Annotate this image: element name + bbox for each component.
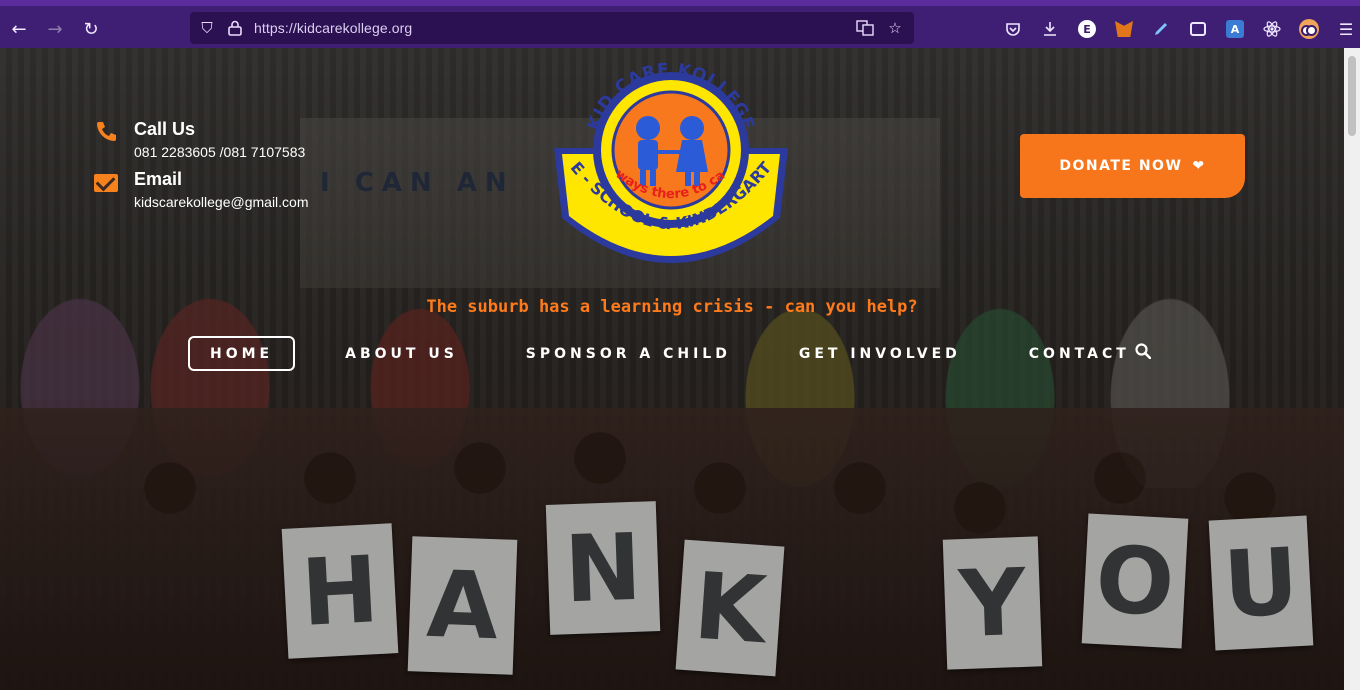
tagline: The suburb has a learning crisis - can y… bbox=[426, 297, 918, 317]
react-devtools-icon[interactable] bbox=[1259, 16, 1285, 42]
nav-sponsor-a-child[interactable]: SPONSOR A CHILD bbox=[526, 336, 731, 371]
browser-toolbar: ← → ↻ ⛉ https://kidcarekollege.org ☆ E A bbox=[0, 0, 1360, 48]
email-title: Email bbox=[134, 169, 183, 189]
forward-icon[interactable]: → bbox=[42, 16, 68, 42]
address-bar[interactable]: ⛉ https://kidcarekollege.org ☆ bbox=[190, 12, 914, 44]
call-us-block: Call Us 081 2283605 /081 7107583 bbox=[94, 118, 309, 160]
contact-info: Call Us 081 2283605 /081 7107583 Email k… bbox=[94, 118, 309, 218]
page-scrollbar[interactable] bbox=[1344, 48, 1360, 690]
url-text[interactable]: https://kidcarekollege.org bbox=[254, 20, 412, 36]
back-icon[interactable]: ← bbox=[6, 16, 32, 42]
email-block: Email kidscarekollege@gmail.com bbox=[94, 168, 309, 210]
nav-contact[interactable]: CONTACT bbox=[1029, 336, 1130, 371]
translate-page-icon[interactable] bbox=[854, 17, 876, 39]
phone-numbers[interactable]: 081 2283605 /081 7107583 bbox=[134, 144, 305, 160]
nav-about-us[interactable]: ABOUT US bbox=[345, 336, 458, 371]
email-address[interactable]: kidscarekollege@gmail.com bbox=[134, 194, 309, 210]
donate-now-button[interactable]: DONATE NOW ❤ bbox=[1020, 134, 1245, 198]
pen-tool-icon[interactable] bbox=[1148, 16, 1174, 42]
donate-label: DONATE NOW bbox=[1059, 158, 1183, 174]
envelope-icon bbox=[94, 170, 120, 192]
scrollbar-thumb[interactable] bbox=[1348, 56, 1356, 136]
site-logo[interactable]: KID CARE KOLLEGE always there to care PR… bbox=[541, 48, 794, 304]
owl-extension-icon[interactable] bbox=[1296, 16, 1322, 42]
shield-icon[interactable]: ⛉ bbox=[196, 17, 218, 39]
lock-icon[interactable] bbox=[224, 17, 246, 39]
nav-home[interactable]: HOME bbox=[188, 336, 296, 371]
translate-extension-icon[interactable]: A bbox=[1222, 16, 1248, 42]
heart-icon: ❤ bbox=[1192, 158, 1206, 174]
sidebar-icon[interactable] bbox=[1185, 16, 1211, 42]
hero-section: I CAN AN H A N K Y O U Call Us 081 22836… bbox=[0, 48, 1344, 690]
phone-icon bbox=[94, 120, 120, 149]
search-icon[interactable] bbox=[1135, 343, 1152, 360]
extension-e-icon[interactable]: E bbox=[1074, 16, 1100, 42]
metamask-fox-icon[interactable] bbox=[1111, 16, 1137, 42]
reload-icon[interactable]: ↻ bbox=[78, 16, 104, 42]
main-navigation: HOME ABOUT US SPONSOR A CHILD GET INVOLV… bbox=[188, 336, 1152, 371]
call-us-title: Call Us bbox=[134, 119, 196, 139]
bookmark-star-icon[interactable]: ☆ bbox=[884, 17, 906, 39]
nav-get-involved[interactable]: GET INVOLVED bbox=[799, 336, 961, 371]
menu-hamburger-icon[interactable]: ☰ bbox=[1333, 16, 1359, 42]
pocket-icon[interactable] bbox=[1000, 16, 1026, 42]
downloads-icon[interactable] bbox=[1037, 16, 1063, 42]
